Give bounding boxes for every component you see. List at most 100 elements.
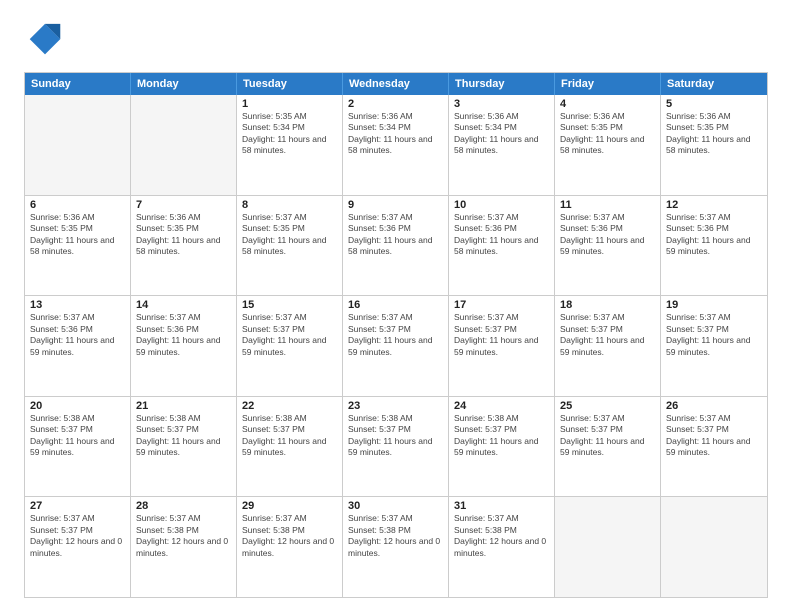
calendar-day-28: 28Sunrise: 5:37 AM Sunset: 5:38 PM Dayli… xyxy=(131,497,237,597)
calendar-header: SundayMondayTuesdayWednesdayThursdayFrid… xyxy=(25,73,767,95)
weekday-header-friday: Friday xyxy=(555,73,661,95)
calendar-day-20: 20Sunrise: 5:38 AM Sunset: 5:37 PM Dayli… xyxy=(25,397,131,497)
weekday-header-saturday: Saturday xyxy=(661,73,767,95)
calendar-day-23: 23Sunrise: 5:38 AM Sunset: 5:37 PM Dayli… xyxy=(343,397,449,497)
day-detail: Sunrise: 5:37 AM Sunset: 5:36 PM Dayligh… xyxy=(666,212,762,258)
day-number: 6 xyxy=(30,199,125,211)
day-number: 18 xyxy=(560,299,655,311)
calendar-body: 1Sunrise: 5:35 AM Sunset: 5:34 PM Daylig… xyxy=(25,95,767,597)
calendar-day-27: 27Sunrise: 5:37 AM Sunset: 5:37 PM Dayli… xyxy=(25,497,131,597)
calendar-day-6: 6Sunrise: 5:36 AM Sunset: 5:35 PM Daylig… xyxy=(25,196,131,296)
day-number: 24 xyxy=(454,400,549,412)
day-detail: Sunrise: 5:35 AM Sunset: 5:34 PM Dayligh… xyxy=(242,111,337,157)
calendar-day-empty xyxy=(555,497,661,597)
calendar-week-2: 6Sunrise: 5:36 AM Sunset: 5:35 PM Daylig… xyxy=(25,195,767,296)
day-detail: Sunrise: 5:36 AM Sunset: 5:34 PM Dayligh… xyxy=(348,111,443,157)
day-detail: Sunrise: 5:37 AM Sunset: 5:37 PM Dayligh… xyxy=(30,513,125,559)
day-detail: Sunrise: 5:36 AM Sunset: 5:35 PM Dayligh… xyxy=(560,111,655,157)
calendar-day-14: 14Sunrise: 5:37 AM Sunset: 5:36 PM Dayli… xyxy=(131,296,237,396)
calendar-week-3: 13 Sunrise: 5:37 AM Sunset: 5:36 PM Dayli… xyxy=(25,295,767,396)
day-number: 17 xyxy=(454,299,549,311)
day-detail: Sunrise: 5:37 AM Sunset: 5:38 PM Dayligh… xyxy=(348,513,443,559)
page: SundayMondayTuesdayWednesdayThursdayFrid… xyxy=(0,0,792,612)
calendar-day-25: 25Sunrise: 5:37 AM Sunset: 5:37 PM Dayli… xyxy=(555,397,661,497)
calendar-week-4: 20Sunrise: 5:38 AM Sunset: 5:37 PM Dayli… xyxy=(25,396,767,497)
calendar-day-11: 11Sunrise: 5:37 AM Sunset: 5:36 PM Dayli… xyxy=(555,196,661,296)
calendar-day-1: 1Sunrise: 5:35 AM Sunset: 5:34 PM Daylig… xyxy=(237,95,343,195)
calendar-day-9: 9Sunrise: 5:37 AM Sunset: 5:36 PM Daylig… xyxy=(343,196,449,296)
day-number: 30 xyxy=(348,500,443,512)
calendar-day-18: 18Sunrise: 5:37 AM Sunset: 5:37 PM Dayli… xyxy=(555,296,661,396)
day-number: 9 xyxy=(348,199,443,211)
calendar-day-15: 15Sunrise: 5:37 AM Sunset: 5:37 PM Dayli… xyxy=(237,296,343,396)
weekday-header-tuesday: Tuesday xyxy=(237,73,343,95)
day-number: 25 xyxy=(560,400,655,412)
day-detail: Sunrise: 5:37 AM Sunset: 5:36 PM Dayligh… xyxy=(136,312,231,358)
day-number: 21 xyxy=(136,400,231,412)
calendar-day-29: 29Sunrise: 5:37 AM Sunset: 5:38 PM Dayli… xyxy=(237,497,343,597)
logo-icon xyxy=(24,20,66,62)
header xyxy=(24,20,768,62)
day-number: 4 xyxy=(560,98,655,110)
day-detail: Sunrise: 5:38 AM Sunset: 5:37 PM Dayligh… xyxy=(454,413,549,459)
weekday-header-thursday: Thursday xyxy=(449,73,555,95)
day-number: 11 xyxy=(560,199,655,211)
day-detail: Sunrise: 5:37 AM Sunset: 5:37 PM Dayligh… xyxy=(348,312,443,358)
day-number: 15 xyxy=(242,299,337,311)
day-number: 8 xyxy=(242,199,337,211)
day-detail: Sunrise: 5:38 AM Sunset: 5:37 PM Dayligh… xyxy=(348,413,443,459)
calendar-day-12: 12Sunrise: 5:37 AM Sunset: 5:36 PM Dayli… xyxy=(661,196,767,296)
day-detail: Sunrise: 5:37 AM Sunset: 5:37 PM Dayligh… xyxy=(666,413,762,459)
weekday-header-monday: Monday xyxy=(131,73,237,95)
day-number: 16 xyxy=(348,299,443,311)
calendar-day-26: 26Sunrise: 5:37 AM Sunset: 5:37 PM Dayli… xyxy=(661,397,767,497)
day-detail: Sunrise: 5:37 AM Sunset: 5:37 PM Dayligh… xyxy=(666,312,762,358)
weekday-header-sunday: Sunday xyxy=(25,73,131,95)
day-number: 28 xyxy=(136,500,231,512)
day-detail: Sunrise: 5:37 AM Sunset: 5:38 PM Dayligh… xyxy=(454,513,549,559)
day-detail: Sunrise: 5:37 AM Sunset: 5:36 PM Dayligh… xyxy=(348,212,443,258)
day-detail: Sunrise: 5:37 AM Sunset: 5:35 PM Dayligh… xyxy=(242,212,337,258)
calendar-day-16: 16Sunrise: 5:37 AM Sunset: 5:37 PM Dayli… xyxy=(343,296,449,396)
day-detail: Sunrise: 5:37 AM Sunset: 5:36 PM Dayligh… xyxy=(560,212,655,258)
day-number: 31 xyxy=(454,500,549,512)
day-detail: Sunrise: 5:37 AM Sunset: 5:37 PM Dayligh… xyxy=(560,312,655,358)
day-number: 29 xyxy=(242,500,337,512)
calendar-day-30: 30Sunrise: 5:37 AM Sunset: 5:38 PM Dayli… xyxy=(343,497,449,597)
day-number: 13 xyxy=(30,299,125,311)
calendar: SundayMondayTuesdayWednesdayThursdayFrid… xyxy=(24,72,768,598)
day-number: 14 xyxy=(136,299,231,311)
day-number: 7 xyxy=(136,199,231,211)
day-detail: Sunrise: 5:38 AM Sunset: 5:37 PM Dayligh… xyxy=(242,413,337,459)
day-number: 12 xyxy=(666,199,762,211)
calendar-day-24: 24Sunrise: 5:38 AM Sunset: 5:37 PM Dayli… xyxy=(449,397,555,497)
calendar-day-31: 31Sunrise: 5:37 AM Sunset: 5:38 PM Dayli… xyxy=(449,497,555,597)
calendar-day-empty xyxy=(131,95,237,195)
calendar-day-4: 4Sunrise: 5:36 AM Sunset: 5:35 PM Daylig… xyxy=(555,95,661,195)
day-detail: Sunrise: 5:38 AM Sunset: 5:37 PM Dayligh… xyxy=(30,413,125,459)
day-detail: Sunrise: 5:37 AM Sunset: 5:36 PM Dayligh… xyxy=(454,212,549,258)
calendar-day-13: 13Sunrise: 5:37 AM Sunset: 5:36 PM Dayli… xyxy=(25,296,131,396)
calendar-day-7: 7Sunrise: 5:36 AM Sunset: 5:35 PM Daylig… xyxy=(131,196,237,296)
calendar-day-21: 21Sunrise: 5:38 AM Sunset: 5:37 PM Dayli… xyxy=(131,397,237,497)
calendar-day-10: 10Sunrise: 5:37 AM Sunset: 5:36 PM Dayli… xyxy=(449,196,555,296)
day-detail: Sunrise: 5:37 AM Sunset: 5:37 PM Dayligh… xyxy=(242,312,337,358)
calendar-day-8: 8Sunrise: 5:37 AM Sunset: 5:35 PM Daylig… xyxy=(237,196,343,296)
calendar-day-empty xyxy=(25,95,131,195)
day-number: 22 xyxy=(242,400,337,412)
calendar-day-22: 22Sunrise: 5:38 AM Sunset: 5:37 PM Dayli… xyxy=(237,397,343,497)
day-number: 27 xyxy=(30,500,125,512)
day-number: 2 xyxy=(348,98,443,110)
day-detail: Sunrise: 5:36 AM Sunset: 5:35 PM Dayligh… xyxy=(136,212,231,258)
day-detail: Sunrise: 5:38 AM Sunset: 5:37 PM Dayligh… xyxy=(136,413,231,459)
day-number: 20 xyxy=(30,400,125,412)
day-number: 5 xyxy=(666,98,762,110)
day-number: 10 xyxy=(454,199,549,211)
day-detail: Sunrise: 5:36 AM Sunset: 5:35 PM Dayligh… xyxy=(30,212,125,258)
calendar-day-3: 3Sunrise: 5:36 AM Sunset: 5:34 PM Daylig… xyxy=(449,95,555,195)
day-number: 1 xyxy=(242,98,337,110)
day-detail: Sunrise: 5:37 AM Sunset: 5:38 PM Dayligh… xyxy=(242,513,337,559)
day-number: 3 xyxy=(454,98,549,110)
logo xyxy=(24,20,66,62)
day-number: 23 xyxy=(348,400,443,412)
